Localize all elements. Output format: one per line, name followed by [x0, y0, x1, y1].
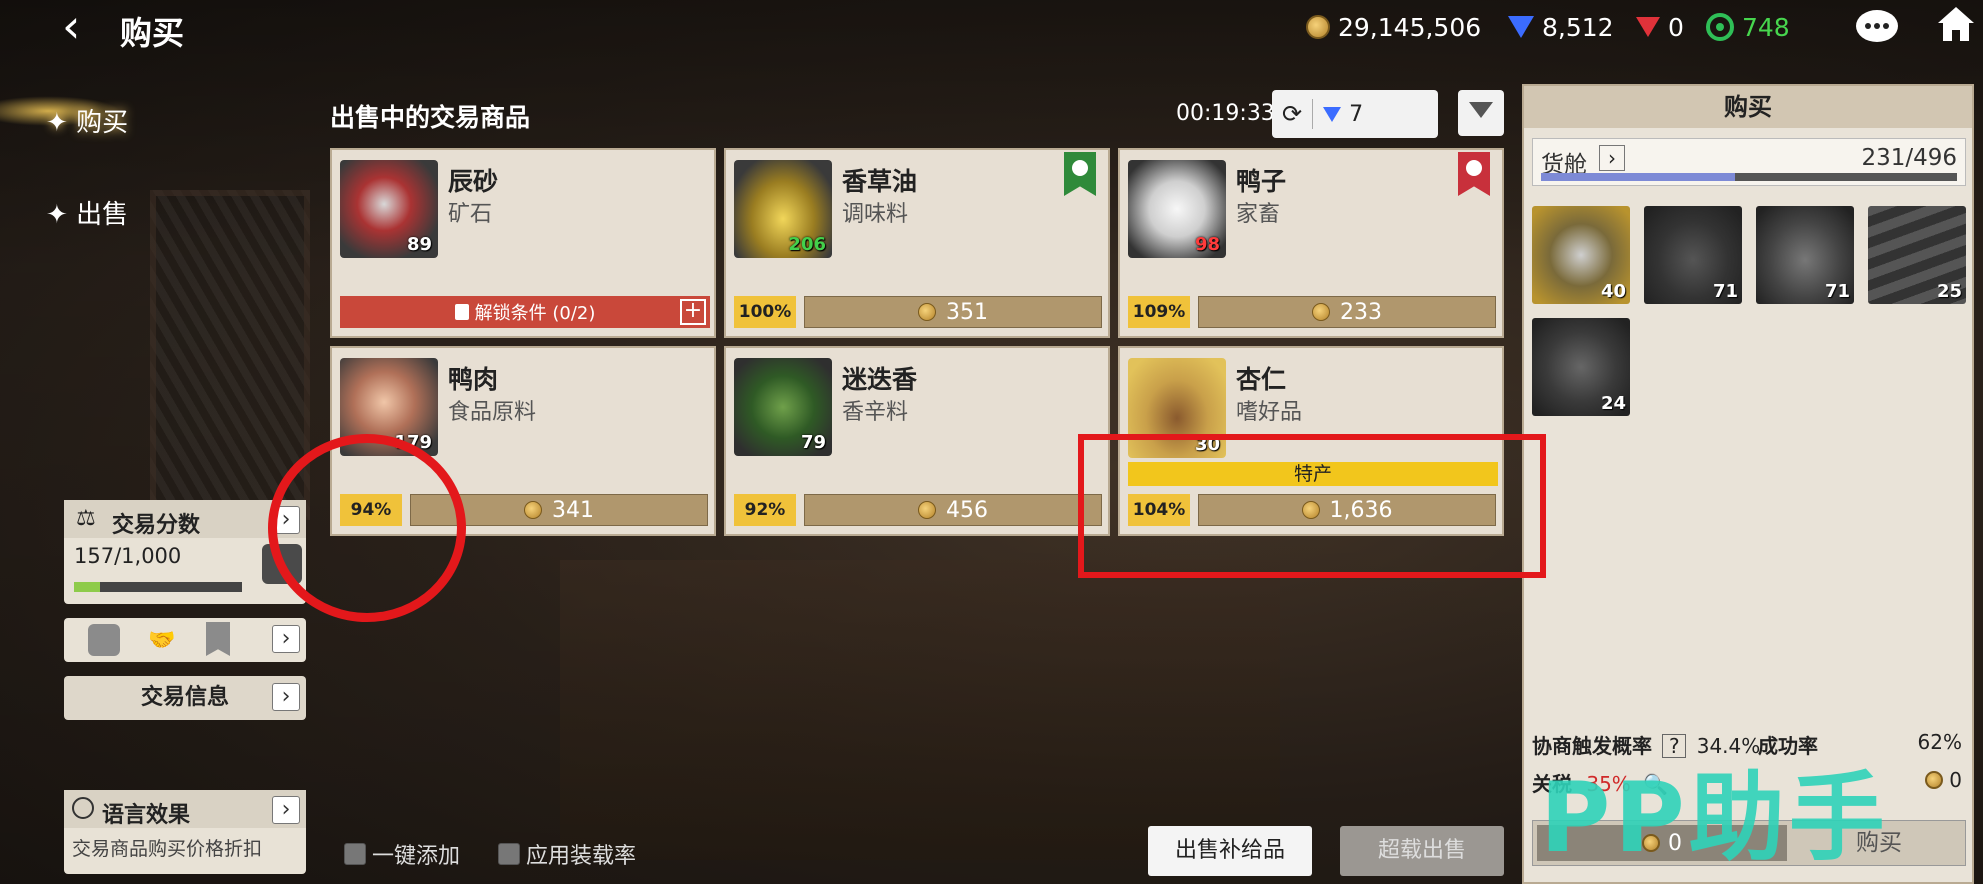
banner-icon	[206, 622, 230, 656]
add-all-checkbox[interactable]: 一键添加	[344, 838, 460, 870]
rank-badge-icon	[88, 624, 120, 656]
cargo-hold-fill	[1541, 173, 1735, 181]
goods-card-rosemary[interactable]: 79 迷迭香 香辛料 92% 456	[724, 346, 1110, 536]
cargo-slot-stones[interactable]: 24	[1532, 318, 1630, 416]
background-desk	[560, 560, 1280, 860]
tab-sell[interactable]: ✦ 出售	[46, 194, 128, 231]
sell-supplies-button[interactable]: 出售补给品	[1148, 826, 1312, 876]
trade-info-button[interactable]: 交易信息 ›	[64, 676, 306, 720]
cargo-slot-bucket[interactable]: 71	[1644, 206, 1742, 304]
coin-icon	[1925, 771, 1944, 789]
apply-load-rate-checkbox[interactable]: 应用装载率	[498, 838, 636, 870]
price-bar: 351	[804, 296, 1102, 328]
ship-wheel-icon	[1706, 13, 1734, 41]
duck-image: 98	[1128, 160, 1226, 258]
watermark: PP助手	[1540, 762, 1889, 874]
language-effect-header: 语言效果	[64, 790, 306, 828]
price-bar: 456	[804, 494, 1102, 526]
cinnabar-image: 89	[340, 160, 438, 258]
blue-gem-icon	[1323, 106, 1342, 122]
vanilla-oil-image: 206	[734, 160, 832, 258]
red-circle-annotation	[268, 434, 466, 622]
goods-card-vanilla-oil[interactable]: 206 香草油 调味料 100% 351	[724, 148, 1110, 338]
purchase-panel-title: 购买	[1524, 86, 1972, 128]
tab-buy[interactable]: ✦ 购买	[46, 102, 128, 139]
chevron-right-icon[interactable]: ›	[1599, 145, 1625, 171]
coin-icon	[918, 501, 936, 519]
badge-row[interactable]: 🤝 ›	[64, 618, 306, 662]
red-rectangle-annotation	[1078, 434, 1546, 578]
globe-icon	[72, 797, 94, 819]
success-rate-value: 62%	[1917, 730, 1962, 754]
refresh-icon: ⟳	[1282, 100, 1303, 128]
trade-score-fill	[74, 582, 101, 592]
cargo-hold[interactable]: 货舱 › 231/496	[1532, 138, 1966, 186]
tax-cost: 0	[1925, 768, 1962, 792]
plus-icon[interactable]: +	[680, 299, 706, 325]
cargo-slot-bread[interactable]: 71	[1756, 206, 1854, 304]
coin-icon	[918, 303, 936, 321]
gold-coin-icon	[1306, 15, 1330, 39]
top-bar: ‹ 购买 29,145,506 8,512 0 748	[0, 0, 1983, 56]
coin-icon	[1312, 303, 1330, 321]
red-gem-currency: 0	[1636, 12, 1684, 42]
background-window	[150, 190, 310, 520]
cargo-slot-lumber[interactable]: 25	[1868, 206, 1966, 304]
page-title: 购买	[120, 14, 185, 52]
supply-status-flag-green	[1064, 152, 1096, 196]
trade-score-bar	[74, 582, 242, 592]
back-arrow-icon[interactable]: ‹	[62, 3, 102, 52]
refresh-button[interactable]: ⟳ 7	[1272, 90, 1438, 138]
filter-icon[interactable]	[1458, 90, 1504, 136]
cargo-slot-mirror[interactable]: 40	[1532, 206, 1630, 304]
goods-card-duck[interactable]: 98 鸭子 家畜 109% 233	[1118, 148, 1504, 338]
scale-icon: ⚖	[76, 506, 96, 531]
blue-gem-currency: 8,512	[1508, 12, 1614, 42]
cargo-hold-bar	[1541, 173, 1957, 181]
unlock-condition-button[interactable]: 解锁条件 (0/2) +	[340, 296, 710, 328]
chat-icon[interactable]	[1856, 10, 1898, 42]
coin-icon	[524, 501, 542, 519]
price-bar: 233	[1198, 296, 1496, 328]
refresh-timer: 00:19:33	[1176, 101, 1275, 126]
supply-status-flag-red	[1458, 152, 1490, 196]
gold-currency: 29,145,506	[1306, 12, 1481, 42]
overload-sell-button[interactable]: 超载出售	[1340, 826, 1504, 876]
goods-list-title: 出售中的交易商品	[330, 103, 531, 132]
language-effect-panel[interactable]: 语言效果 › 交易商品购买价格折扣	[64, 790, 306, 874]
chevron-right-icon[interactable]: ›	[272, 796, 300, 824]
rosemary-image: 79	[734, 358, 832, 456]
lock-icon	[454, 304, 469, 320]
blue-gem-icon	[1508, 16, 1534, 38]
goods-card-cinnabar[interactable]: 89 辰砂 矿石 解锁条件 (0/2) +	[330, 148, 716, 338]
chevron-right-icon[interactable]: ›	[272, 625, 300, 653]
handshake-icon: 🤝	[148, 628, 176, 653]
red-gem-icon	[1636, 17, 1660, 37]
chevron-right-icon[interactable]: ›	[272, 683, 300, 711]
wheel-points: 748	[1706, 12, 1790, 42]
home-icon[interactable]	[1936, 4, 1976, 44]
